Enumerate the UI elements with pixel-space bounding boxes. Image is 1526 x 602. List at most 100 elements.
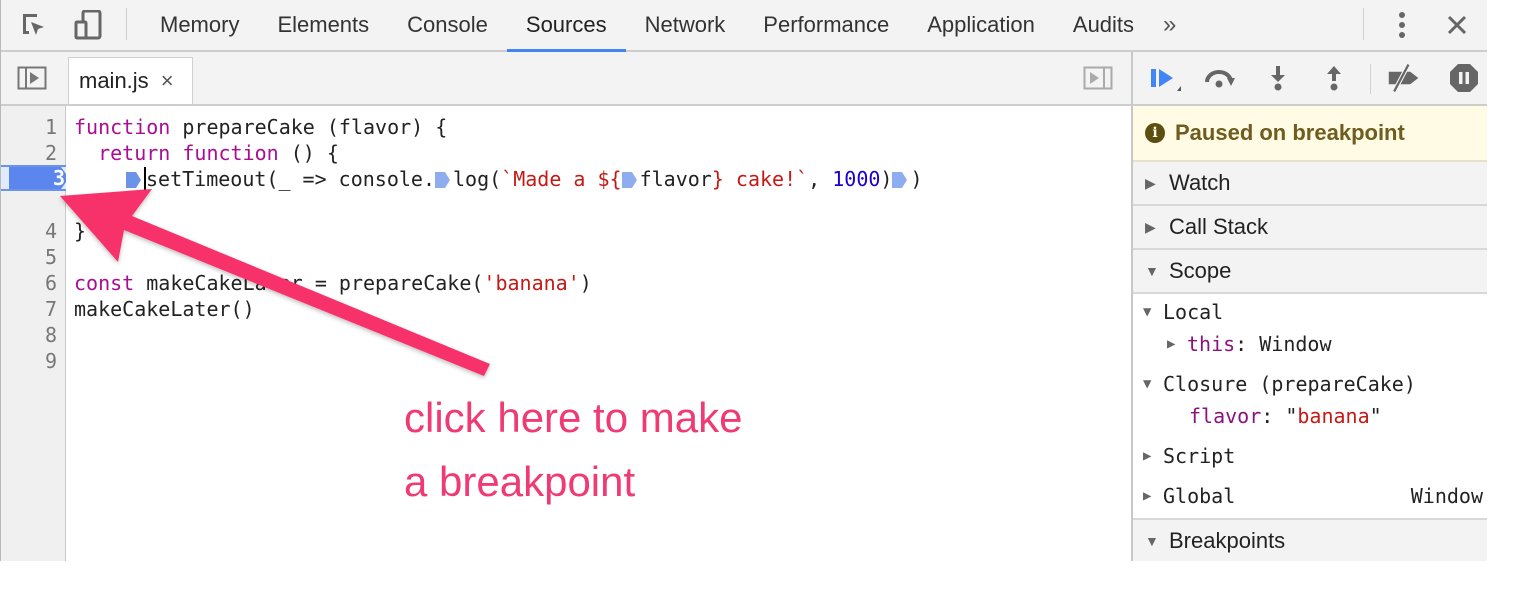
- string: 'banana': [483, 271, 580, 295]
- section-label: Scope: [1169, 258, 1232, 283]
- tab-performance[interactable]: Performance: [744, 0, 908, 50]
- scope-this-row[interactable]: ▶ this: Window: [1157, 329, 1332, 359]
- section-watch[interactable]: ▶ Watch: [1133, 162, 1487, 206]
- code-text: flavor: [639, 167, 712, 191]
- code-text: ): [880, 167, 893, 191]
- tab-elements[interactable]: Elements: [258, 0, 388, 50]
- toolbar-divider: [126, 8, 127, 40]
- collapse-triangle-icon: ▼: [1143, 304, 1152, 320]
- property-value: banana: [1297, 404, 1370, 428]
- code-text: makeCakeLater = prepareCake(: [134, 271, 484, 295]
- tab-application[interactable]: Application: [908, 0, 1054, 50]
- tab-audits[interactable]: Audits: [1054, 0, 1153, 50]
- toolbar-divider: [1363, 8, 1364, 40]
- expand-triangle-icon: ▶: [1143, 488, 1152, 504]
- code-line: }: [74, 219, 87, 243]
- keyword: function: [182, 141, 279, 165]
- info-icon: i: [1145, 123, 1165, 143]
- code-line: return function () {: [74, 140, 339, 166]
- colon: : ": [1261, 404, 1298, 428]
- paused-status-text: Paused on breakpoint: [1175, 120, 1405, 145]
- inline-breakpoint-icon[interactable]: [621, 171, 637, 189]
- breakpoint-line-number: 3: [52, 166, 65, 190]
- expand-triangle-icon: ▶: [1143, 448, 1152, 464]
- code-line-current: setTimeout(_ => console. log(`Made a ${fl…: [126, 166, 923, 192]
- step-into-icon[interactable]: [1261, 62, 1295, 94]
- scope-script[interactable]: ▶ Script: [1133, 441, 1235, 471]
- annotation-line: a breakpoint: [404, 458, 636, 505]
- tab-network[interactable]: Network: [626, 0, 745, 50]
- inline-breakpoint-icon[interactable]: [126, 171, 141, 189]
- inspect-element-icon[interactable]: [19, 10, 49, 40]
- file-tab-main-js[interactable]: main.js ×: [68, 57, 193, 104]
- debugger-sidebar: i Paused on breakpoint ▶ Watch ▶ Call St…: [1131, 52, 1487, 561]
- kebab-menu-icon[interactable]: [1387, 10, 1417, 40]
- tab-console[interactable]: Console: [388, 0, 507, 50]
- expand-triangle-icon: ▶: [1167, 336, 1176, 352]
- inline-breakpoint-icon[interactable]: [434, 171, 450, 189]
- string: } cake!`: [711, 167, 809, 191]
- line-number[interactable]: 5: [1, 244, 57, 270]
- code-text: log(: [452, 167, 502, 191]
- code-line: makeCakeLater(): [74, 297, 255, 321]
- tab-sources[interactable]: Sources: [506, 0, 626, 52]
- code-line: function prepareCake (flavor) {: [74, 114, 447, 140]
- code-text: ): [579, 271, 592, 295]
- line-number[interactable]: 8: [1, 322, 57, 348]
- scope-label: Script: [1163, 444, 1236, 468]
- property-value: Window: [1410, 484, 1483, 508]
- step-over-icon[interactable]: [1203, 62, 1237, 94]
- line-number[interactable]: 4: [1, 218, 57, 244]
- code-text: () {: [278, 141, 339, 165]
- line-number[interactable]: 7: [1, 296, 57, 322]
- deactivate-breakpoints-icon[interactable]: [1387, 62, 1421, 94]
- collapse-triangle-icon: ▼: [1145, 263, 1159, 279]
- collapse-triangle-icon: ▼: [1145, 533, 1159, 549]
- inline-breakpoint-icon[interactable]: [892, 171, 908, 189]
- keyword: return: [98, 141, 171, 165]
- code-line: const makeCakeLater = prepareCake('banan…: [74, 270, 592, 296]
- code-text: ): [910, 167, 923, 191]
- section-breakpoints[interactable]: ▼ Breakpoints: [1133, 518, 1487, 561]
- section-scope[interactable]: ▼ Scope: [1133, 250, 1487, 294]
- annotation-line: click here to make: [404, 394, 743, 441]
- property-name: this: [1187, 332, 1236, 356]
- breakpoint-marker[interactable]: 3: [9, 167, 69, 189]
- scope-label: Closure (prepareCake): [1163, 372, 1416, 396]
- section-label: Breakpoints: [1169, 528, 1286, 553]
- section-call-stack[interactable]: ▶ Call Stack: [1133, 206, 1487, 250]
- main-tab-bar: Memory Elements Console Sources Network …: [1, 0, 1487, 52]
- step-out-icon[interactable]: [1317, 62, 1351, 94]
- property-value: Window: [1259, 332, 1332, 356]
- scope-global[interactable]: ▶ Global Window: [1133, 481, 1483, 511]
- close-icon[interactable]: [1442, 10, 1472, 40]
- annotation-text: click here to make a breakpoint: [404, 386, 742, 514]
- section-label: Call Stack: [1169, 214, 1269, 239]
- property-name: flavor: [1189, 404, 1262, 428]
- editor-tab-strip: main.js ×: [1, 52, 1131, 106]
- panel-tabs: Memory Elements Console Sources Network …: [141, 0, 1186, 52]
- close-file-icon[interactable]: ×: [161, 68, 174, 94]
- line-number[interactable]: 9: [1, 348, 57, 374]
- expand-triangle-icon: ▶: [1145, 174, 1156, 191]
- devtools-window: Memory Elements Console Sources Network …: [0, 0, 1487, 561]
- quote: ": [1369, 404, 1382, 428]
- scope-local[interactable]: ▼ Local: [1133, 297, 1223, 327]
- toggle-debugger-sidebar-icon[interactable]: [1083, 66, 1113, 95]
- toolbar-divider: [1370, 64, 1371, 94]
- tab-memory[interactable]: Memory: [141, 0, 258, 50]
- line-number[interactable]: 1: [1, 114, 57, 140]
- resume-icon[interactable]: [1147, 62, 1181, 94]
- scope-flavor-row[interactable]: flavor: " banana ": [1189, 401, 1382, 431]
- line-number[interactable]: 6: [1, 270, 57, 296]
- more-tabs-button[interactable]: »: [1153, 0, 1186, 50]
- colon: :: [1235, 332, 1260, 356]
- number: 1000: [832, 167, 881, 191]
- device-toolbar-icon[interactable]: [73, 10, 103, 40]
- expand-triangle-icon: ▶: [1145, 218, 1156, 235]
- line-number[interactable]: 2: [1, 140, 57, 166]
- pause-on-exceptions-icon[interactable]: [1447, 62, 1481, 94]
- scope-closure[interactable]: ▼ Closure (prepareCake): [1133, 369, 1416, 399]
- toggle-navigator-icon[interactable]: [17, 66, 47, 95]
